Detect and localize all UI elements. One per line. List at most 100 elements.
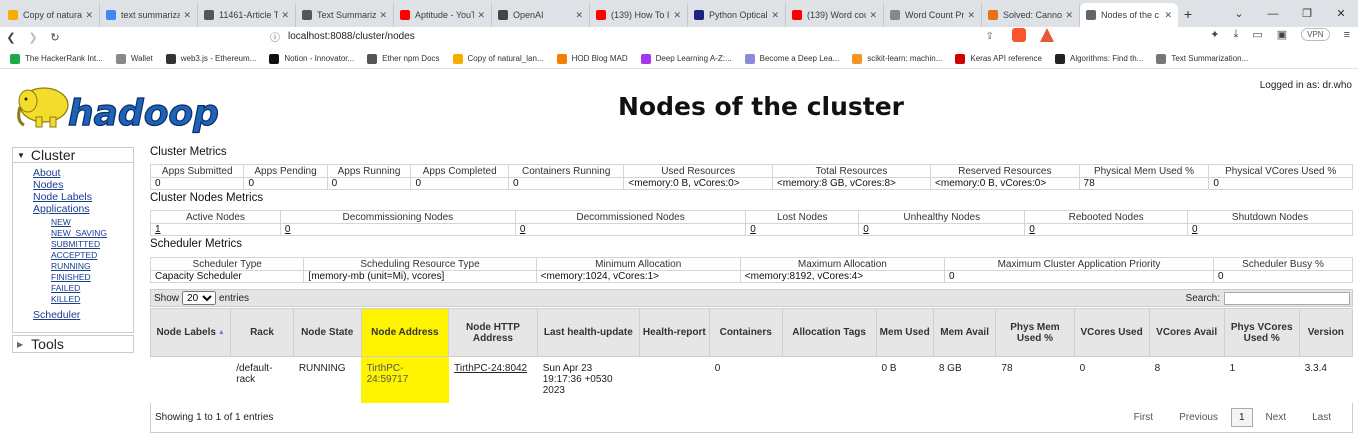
app-state-link[interactable]: NEW (51, 217, 71, 227)
column-header[interactable]: Node Labels ▲ (149, 308, 232, 357)
current-page-button[interactable]: 1 (1230, 408, 1253, 427)
table-cell[interactable]: TirthPC-24:8042 (449, 357, 538, 403)
tab-close-icon[interactable]: ✕ (869, 10, 877, 21)
tab-close-icon[interactable]: ✕ (1164, 10, 1172, 21)
browser-tab[interactable]: Python Optical Ch✕ (688, 3, 786, 27)
column-header[interactable]: Phys VCores Used % (1223, 308, 1300, 357)
browser-tab[interactable]: (139) How To Impo✕ (590, 3, 688, 27)
column-header[interactable]: Last health-update (536, 308, 640, 357)
entries-select[interactable]: 20 (182, 291, 217, 305)
bookmark-item[interactable]: Deep Learning A-Z:... (640, 53, 732, 64)
app-state-link[interactable]: ACCEPTED (51, 250, 97, 260)
bookmark-item[interactable]: Keras API reference (955, 53, 1042, 64)
bookmark-item[interactable]: Notion - Innovator... (269, 53, 354, 64)
menu-icon[interactable]: ≡ (1344, 29, 1350, 41)
tab-close-icon[interactable]: ✕ (379, 10, 387, 21)
sidebar-link-nodes[interactable]: Nodes (33, 179, 63, 191)
sidebar-link-node-labels[interactable]: Node Labels (33, 191, 92, 203)
app-state-link[interactable]: KILLED (51, 294, 80, 304)
previous-page-button[interactable]: Previous (1166, 412, 1231, 423)
bookmark-item[interactable]: Text Summarization... (1156, 53, 1248, 64)
vpn-button[interactable]: VPN (1301, 28, 1330, 41)
back-icon[interactable]: ❮ (0, 31, 22, 44)
minimize-icon[interactable]: — (1256, 8, 1290, 20)
browser-tab[interactable]: Copy of natural_la✕ (2, 3, 100, 27)
sidebar-link-scheduler[interactable]: Scheduler (33, 309, 80, 321)
bookmark-item[interactable]: scikit-learn: machin... (852, 53, 942, 64)
column-header[interactable]: Containers (708, 308, 783, 357)
metrics-value[interactable]: 0 (514, 223, 747, 236)
column-header[interactable]: Mem Used (875, 308, 934, 357)
bookmark-item[interactable]: web3.js - Ethereum... (165, 53, 256, 64)
sidebar-icon[interactable]: ▭ (1252, 28, 1262, 41)
browser-tab[interactable]: Aptitude - YouTub✕ (394, 3, 492, 27)
address-bar[interactable]: ⓘ localhost:8088/cluster/nodes ⇪ (270, 28, 1080, 45)
site-info-icon[interactable]: ⓘ (270, 29, 280, 44)
wallet-icon[interactable]: ▣ (1277, 28, 1287, 41)
browser-tab[interactable]: text summarization✕ (100, 3, 198, 27)
browser-tab[interactable]: Text Summarizatio✕ (296, 3, 394, 27)
close-window-icon[interactable]: ✕ (1324, 7, 1358, 20)
next-page-button[interactable]: Next (1253, 412, 1300, 423)
bookmark-item[interactable]: Copy of natural_lan... (452, 53, 544, 64)
browser-tab[interactable]: 11461-Article Text✕ (198, 3, 296, 27)
new-tab-button[interactable]: + (1178, 3, 1198, 27)
last-page-button[interactable]: Last (1299, 412, 1344, 423)
tab-close-icon[interactable]: ✕ (967, 10, 975, 21)
column-header[interactable]: Node State (292, 308, 362, 357)
bookmark-item[interactable]: Algorithms: Find th... (1054, 53, 1143, 64)
url-text[interactable]: localhost:8088/cluster/nodes (288, 31, 415, 42)
metrics-value[interactable]: 0 (279, 223, 516, 236)
search-input[interactable] (1224, 291, 1350, 305)
browser-tab[interactable]: OpenAI ✕ (492, 3, 590, 27)
extensions-icon[interactable]: ✦ (1210, 28, 1219, 41)
column-header[interactable]: Node Address (360, 308, 450, 357)
reload-icon[interactable]: ↻ (44, 31, 66, 44)
bookmark-item[interactable]: HOD Blog MAD (556, 53, 628, 64)
app-state-link[interactable]: FAILED (51, 283, 80, 293)
column-header[interactable]: Allocation Tags (781, 308, 877, 357)
maximize-icon[interactable]: ❐ (1290, 7, 1324, 20)
metrics-value[interactable]: 0 (1186, 223, 1354, 236)
tab-close-icon[interactable]: ✕ (1065, 10, 1073, 21)
column-header[interactable]: Rack (230, 308, 294, 357)
metrics-value[interactable]: 1 (150, 223, 281, 236)
share-icon[interactable]: ⇪ (986, 31, 994, 42)
tab-search-icon[interactable]: ⌄ (1222, 7, 1256, 20)
tab-close-icon[interactable]: ✕ (477, 10, 485, 21)
column-header[interactable]: VCores Used (1073, 308, 1150, 357)
browser-tab[interactable]: (139) Word count u✕ (786, 3, 884, 27)
tab-close-icon[interactable]: ✕ (183, 10, 191, 21)
sidebar-link-applications[interactable]: Applications (33, 203, 90, 215)
tab-close-icon[interactable]: ✕ (85, 10, 93, 21)
app-state-link[interactable]: RUNNING (51, 261, 91, 271)
column-header[interactable]: VCores Avail (1148, 308, 1225, 357)
app-state-link[interactable]: SUBMITTED (51, 239, 100, 249)
column-header[interactable]: Mem Avail (932, 308, 997, 357)
bookmark-item[interactable]: Wallet (115, 53, 153, 64)
cluster-menu-header[interactable]: ▼ Cluster (13, 147, 133, 163)
browser-tab[interactable]: Nodes of the c ✕ (1080, 3, 1178, 27)
app-state-link[interactable]: FINISHED (51, 272, 91, 282)
column-header[interactable]: Node HTTP Address (448, 308, 538, 357)
tab-close-icon[interactable]: ✕ (673, 10, 681, 21)
bookmark-item[interactable]: The HackerRank Int... (10, 53, 103, 64)
metrics-value[interactable]: 0 (858, 223, 1026, 236)
metrics-value[interactable]: 0 (1024, 223, 1188, 236)
tab-close-icon[interactable]: ✕ (281, 10, 289, 21)
metrics-value[interactable]: 0 (745, 223, 860, 236)
column-header[interactable]: Health-report (638, 308, 710, 357)
downloads-icon[interactable]: ⤓ (1233, 28, 1238, 41)
forward-icon[interactable]: ❯ (22, 31, 44, 44)
bookmark-item[interactable]: Ether npm Docs (367, 53, 440, 64)
browser-tab[interactable]: Solved: Cannot co✕ (982, 3, 1080, 27)
column-header[interactable]: Version (1298, 308, 1354, 357)
tools-menu-header[interactable]: ▶ Tools (12, 335, 134, 353)
app-state-link[interactable]: NEW_SAVING (51, 228, 107, 238)
tab-close-icon[interactable]: ✕ (771, 10, 779, 21)
column-header[interactable]: Phys Mem Used % (995, 308, 1075, 357)
sidebar-link-about[interactable]: About (33, 167, 60, 179)
bookmark-item[interactable]: Become a Deep Lea... (744, 53, 839, 64)
brave-shields-icon[interactable] (1012, 28, 1026, 42)
first-page-button[interactable]: First (1121, 412, 1166, 423)
